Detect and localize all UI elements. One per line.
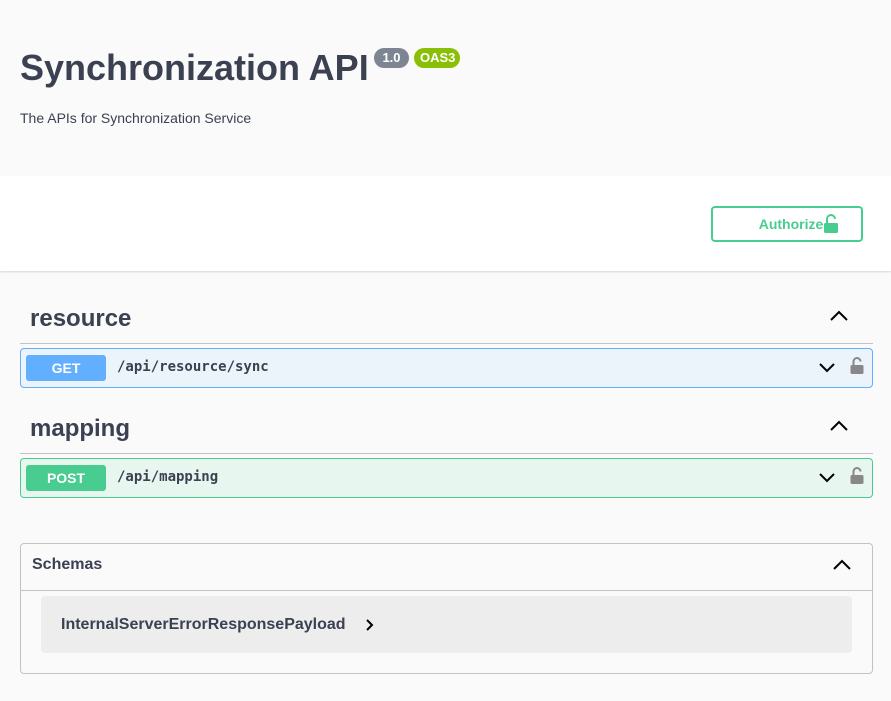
- method-badge: GET: [26, 355, 106, 381]
- scheme-container: Authorize: [0, 176, 891, 271]
- operation-get-resource-sync[interactable]: GET /api/resource/sync: [20, 348, 873, 388]
- api-title: Synchronization API: [20, 47, 369, 88]
- chevron-up-icon[interactable]: [829, 419, 849, 438]
- chevron-right-icon[interactable]: [364, 618, 374, 637]
- chevron-down-icon[interactable]: [818, 361, 836, 380]
- schemas-header[interactable]: Schemas: [21, 544, 872, 591]
- chevron-up-icon[interactable]: [829, 309, 849, 328]
- tag-header-mapping[interactable]: mapping: [20, 403, 873, 454]
- api-info: Synchronization API 1.0 OAS3 The APIs fo…: [0, 0, 891, 176]
- operation-path: /api/mapping: [117, 469, 219, 485]
- unlocked-lock-icon: [823, 214, 839, 237]
- schema-item[interactable]: InternalServerErrorResponsePayload: [41, 596, 852, 653]
- schema-name: InternalServerErrorResponsePayload: [61, 616, 346, 633]
- unlocked-lock-icon[interactable]: [849, 466, 865, 491]
- version-badge: 1.0: [374, 48, 409, 68]
- tag-name: resource: [30, 305, 132, 332]
- tag-name: mapping: [30, 415, 130, 442]
- tag-header-resource[interactable]: resource: [20, 293, 873, 344]
- chevron-up-icon[interactable]: [832, 558, 852, 577]
- schemas-section: Schemas InternalServerErrorResponsePaylo…: [20, 543, 873, 674]
- unlocked-lock-icon[interactable]: [849, 356, 865, 381]
- oas-badge: OAS3: [414, 48, 460, 68]
- authorize-label: Authorize: [758, 216, 824, 232]
- schemas-title: Schemas: [32, 556, 103, 573]
- authorize-button[interactable]: Authorize: [711, 206, 863, 242]
- method-badge: POST: [26, 465, 106, 491]
- operation-path: /api/resource/sync: [117, 359, 269, 375]
- operation-post-mapping[interactable]: POST /api/mapping: [20, 458, 873, 498]
- chevron-down-icon[interactable]: [818, 471, 836, 490]
- api-description: The APIs for Synchronization Service: [20, 110, 252, 126]
